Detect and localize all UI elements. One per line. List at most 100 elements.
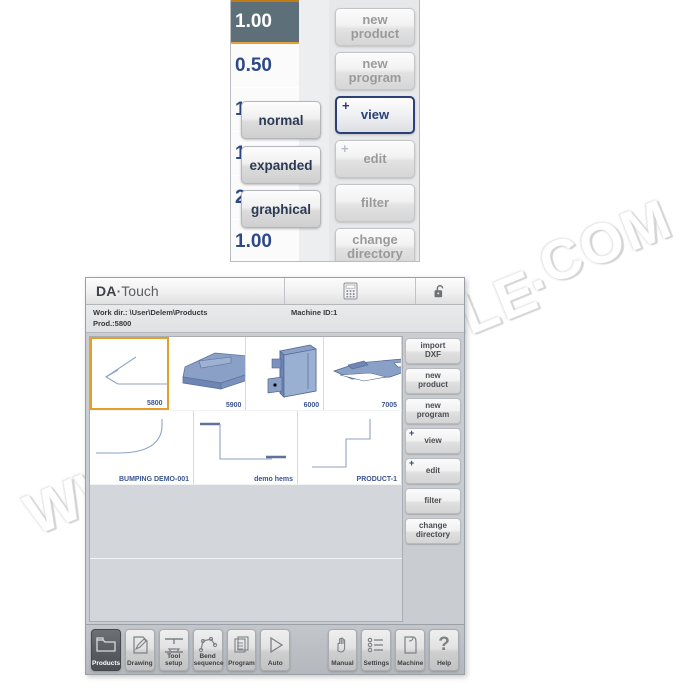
play-triangle-icon xyxy=(265,633,285,657)
toolbar-label: Tool setup xyxy=(165,652,183,667)
popup-action-column: new product new program + view + edit filt… xyxy=(329,0,419,261)
view-label: view xyxy=(424,435,442,445)
logo-touch-text: Touch xyxy=(121,283,159,299)
product-thumb-5900[interactable]: 5900 xyxy=(168,337,247,410)
machine-id-label: Machine ID:1 xyxy=(291,308,338,317)
popup-filter-button[interactable]: filter xyxy=(335,184,415,222)
popup-new-product-label: new product xyxy=(350,11,400,41)
work-dir-label: Work dir.: \User\Delem\Products xyxy=(93,308,208,317)
product-thumb-5800[interactable]: 5800 xyxy=(90,337,169,410)
import-dxf-label: import DXF xyxy=(420,341,446,359)
profile-arrow-icon xyxy=(104,356,167,385)
step-profile-icon xyxy=(312,419,371,468)
product-thumb-7005[interactable]: 7005 xyxy=(324,337,402,410)
flat-part-3d-icon xyxy=(333,358,402,382)
toolbar-item-help[interactable]: ? Help xyxy=(429,628,460,671)
new-program-label: new program xyxy=(416,401,450,419)
toolbar-label: Help xyxy=(437,659,452,667)
da-touch-window: DA · Touch Work dir.: \User\Delem\Produc… xyxy=(85,277,465,675)
toolbar-label: Drawing xyxy=(126,659,153,667)
plus-icon: + xyxy=(342,98,350,113)
calculator-icon xyxy=(343,282,357,300)
popup-edit-button[interactable]: + edit xyxy=(335,140,415,178)
product-grid-row: 5800 5900 6000 7005 xyxy=(90,337,402,411)
toolbar-label: Auto xyxy=(267,659,283,667)
popup-change-directory-button[interactable]: change directory xyxy=(335,228,415,261)
calculator-button[interactable] xyxy=(285,278,416,304)
plus-icon: + xyxy=(409,458,415,468)
window-body: 5800 5900 6000 7005 BUMPING DEMO-001 dem… xyxy=(86,333,464,624)
view-mode-expanded-button[interactable]: expanded xyxy=(241,146,321,184)
toolbar-item-program[interactable]: Program xyxy=(226,628,257,671)
view-mode-normal-button[interactable]: normal xyxy=(241,101,321,139)
thumb-caption: 6000 xyxy=(303,402,320,409)
toolbar-item-manual[interactable]: Manual xyxy=(327,628,358,671)
popup-edit-label: edit xyxy=(363,150,387,166)
change-directory-label: change directory xyxy=(415,521,451,539)
documents-icon xyxy=(231,633,251,657)
new-product-button[interactable]: new product xyxy=(405,368,461,394)
toolbar-item-products[interactable]: Products xyxy=(91,628,121,671)
box-3d-icon xyxy=(182,352,246,390)
value-row[interactable]: 0.50 xyxy=(231,44,299,88)
thumb-caption: 5900 xyxy=(225,402,242,409)
import-dxf-button[interactable]: import DXF xyxy=(405,338,461,364)
toolbar-item-bend-sequence[interactable]: Bend sequence xyxy=(192,628,224,671)
edit-label: edit xyxy=(425,465,441,475)
bottom-toolbar: Products Drawing Tool setup Bend sequenc… xyxy=(86,624,464,674)
popup-view-label: view xyxy=(360,106,390,122)
view-button[interactable]: + view xyxy=(405,428,461,454)
list-settings-icon xyxy=(365,633,387,657)
toolbar-label: Manual xyxy=(331,659,354,667)
filter-button[interactable]: filter xyxy=(405,488,461,514)
popup-new-program-label: new program xyxy=(348,55,402,85)
pencil-page-icon xyxy=(130,633,150,657)
product-thumb-demo-hems[interactable]: demo hems xyxy=(194,411,298,484)
app-logo: DA · Touch xyxy=(86,278,285,304)
plus-icon: + xyxy=(409,428,415,438)
toolbar-item-drawing[interactable]: Drawing xyxy=(124,628,155,671)
product-thumb-bumping-demo-001[interactable]: BUMPING DEMO-001 xyxy=(90,411,194,484)
curve-profile-icon xyxy=(96,419,163,454)
popup-new-program-button[interactable]: new program xyxy=(335,52,415,90)
title-bar: DA · Touch xyxy=(86,278,464,305)
product-grid: 5800 5900 6000 7005 BUMPING DEMO-001 dem… xyxy=(89,336,403,622)
new-product-label: new product xyxy=(418,371,448,389)
toolbar-label: Machine xyxy=(397,659,424,667)
unlocked-padlock-icon xyxy=(434,284,444,297)
toolbar-label: Products xyxy=(92,659,121,667)
edit-button[interactable]: + edit xyxy=(405,458,461,484)
product-grid-row-empty xyxy=(90,559,402,621)
filter-label: filter xyxy=(424,495,442,505)
product-thumb-6000[interactable]: 6000 xyxy=(246,337,325,410)
action-rail: import DXF new product new program + view +… xyxy=(405,336,461,622)
detail-popup-panel: 1.00 0.50 1 1 2 1.00 normal expanded gra… xyxy=(230,0,420,262)
cabinet-3d-icon xyxy=(268,344,317,398)
view-mode-graphical-button[interactable]: graphical xyxy=(241,190,321,228)
toolbar-label: Bend sequence xyxy=(193,652,224,667)
folder-icon xyxy=(95,633,117,657)
hand-icon xyxy=(332,633,352,657)
grid-empty-cell xyxy=(90,559,402,621)
popup-view-button[interactable]: + view xyxy=(335,96,415,134)
value-row[interactable]: 1.00 xyxy=(231,0,299,44)
thumb-caption: PRODUCT-1 xyxy=(356,476,397,483)
hem-profile-icon xyxy=(200,422,286,460)
new-program-button[interactable]: new program xyxy=(405,398,461,424)
toolbar-item-auto[interactable]: Auto xyxy=(260,628,291,671)
product-thumb-product-1[interactable]: PRODUCT-1 xyxy=(298,411,402,484)
toolbar-item-machine[interactable]: Machine xyxy=(395,628,426,671)
popup-new-product-button[interactable]: new product xyxy=(335,8,415,46)
toolbar-item-settings[interactable]: Settings xyxy=(361,628,392,671)
machine-page-icon xyxy=(400,633,420,657)
product-label: Prod.:5800 xyxy=(93,319,132,328)
thumb-caption: 5800 xyxy=(147,400,163,407)
logo-da-text: DA xyxy=(96,283,117,299)
toolbar-item-tool-setup[interactable]: Tool setup xyxy=(158,628,189,671)
change-directory-button[interactable]: change directory xyxy=(405,518,461,544)
toolbar-label: Settings xyxy=(363,659,390,667)
info-bar: Work dir.: \User\Delem\Products Machine … xyxy=(86,305,464,333)
lock-button[interactable] xyxy=(416,278,464,304)
grid-empty-cell xyxy=(90,485,402,558)
product-grid-row: BUMPING DEMO-001 demo hems PRODUCT-1 xyxy=(90,411,402,485)
